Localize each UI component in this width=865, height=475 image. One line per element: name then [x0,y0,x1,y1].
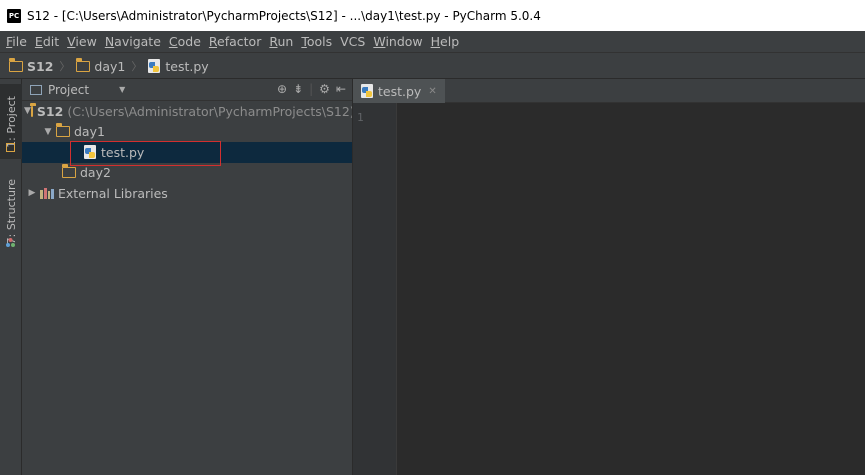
menu-code[interactable]: Code [165,34,205,49]
breadcrumb-folder[interactable]: day1 [75,57,125,74]
expand-arrow-icon[interactable]: ▼ [40,127,56,137]
collapse-all-icon[interactable]: ⇟ [293,82,303,96]
folder-icon [8,57,23,72]
tree-item-test-py[interactable]: test.py [22,142,352,163]
menu-edit[interactable]: Edit [31,34,63,49]
tree-item-day1[interactable]: ▼ day1 [22,122,352,143]
editor-tabs: test.py ✕ [353,79,865,103]
tree-item-day2[interactable]: day2 [22,163,352,184]
menu-view[interactable]: View [63,34,101,49]
menu-tools[interactable]: Tools [297,34,336,49]
project-panel: Project ▼ ⊕ ⇟ | ⚙ ⇤ ▼ S12 (C:\Users\Admi… [22,79,355,475]
structure-tab-icon [6,236,15,247]
project-view-selector[interactable]: Project [48,83,89,97]
tab-test-py[interactable]: test.py ✕ [353,79,445,103]
editor: test.py ✕ 1 [353,79,865,475]
menu-run[interactable]: Run [265,34,297,49]
folder-icon [75,57,91,72]
menu-window[interactable]: Window [369,34,426,49]
chevron-right-icon: 〉 [131,60,143,73]
code-area[interactable] [398,103,865,475]
python-file-icon [361,84,373,98]
breadcrumb-file[interactable]: test.py [148,59,209,74]
tree-item-root[interactable]: ▼ S12 (C:\Users\Administrator\PycharmPro… [22,101,355,122]
folder-icon [30,102,37,117]
python-file-icon [148,59,161,73]
project-panel-header: Project ▼ ⊕ ⇟ | ⚙ ⇤ [22,79,352,101]
folder-icon [55,123,70,138]
window-title: S12 - [C:\Users\Administrator\PycharmPro… [27,8,541,23]
menu-refactor[interactable]: Refactor [205,34,265,49]
locate-icon[interactable]: ⊕ [277,82,287,96]
title-bar: PC S12 - [C:\Users\Administrator\Pycharm… [0,0,865,31]
menu-navigate[interactable]: Navigate [101,34,165,49]
line-number: 1 [357,111,364,124]
tool-window-strip: 1: Project 7: Structure [0,79,22,475]
python-file-icon [84,145,96,160]
menu-vcs[interactable]: VCS [336,34,369,49]
menu-file[interactable]: File [2,34,31,49]
menu-bar: File Edit View Navigate Code Refactor Ru… [0,31,865,53]
project-tab-icon [6,141,15,152]
folder-icon [61,164,76,179]
gear-icon[interactable]: ⚙ [319,82,330,96]
pycharm-logo-icon: PC [7,8,21,23]
breadcrumb: S12 〉 day1 〉 test.py [0,54,865,79]
hide-panel-icon[interactable]: ⇤ [336,82,346,96]
expand-arrow-icon[interactable]: ▶ [24,188,40,198]
library-icon [40,187,54,199]
tree-item-external-libraries[interactable]: ▶ External Libraries [22,183,352,204]
chevron-down-icon[interactable]: ▼ [119,85,125,94]
project-view-icon [30,84,42,95]
breadcrumb-project[interactable]: S12 [8,57,53,74]
line-gutter: 1 [353,103,397,475]
menu-help[interactable]: Help [427,34,464,49]
chevron-right-icon: 〉 [59,60,71,73]
expand-arrow-icon[interactable]: ▼ [24,106,31,116]
close-icon[interactable]: ✕ [428,86,436,97]
